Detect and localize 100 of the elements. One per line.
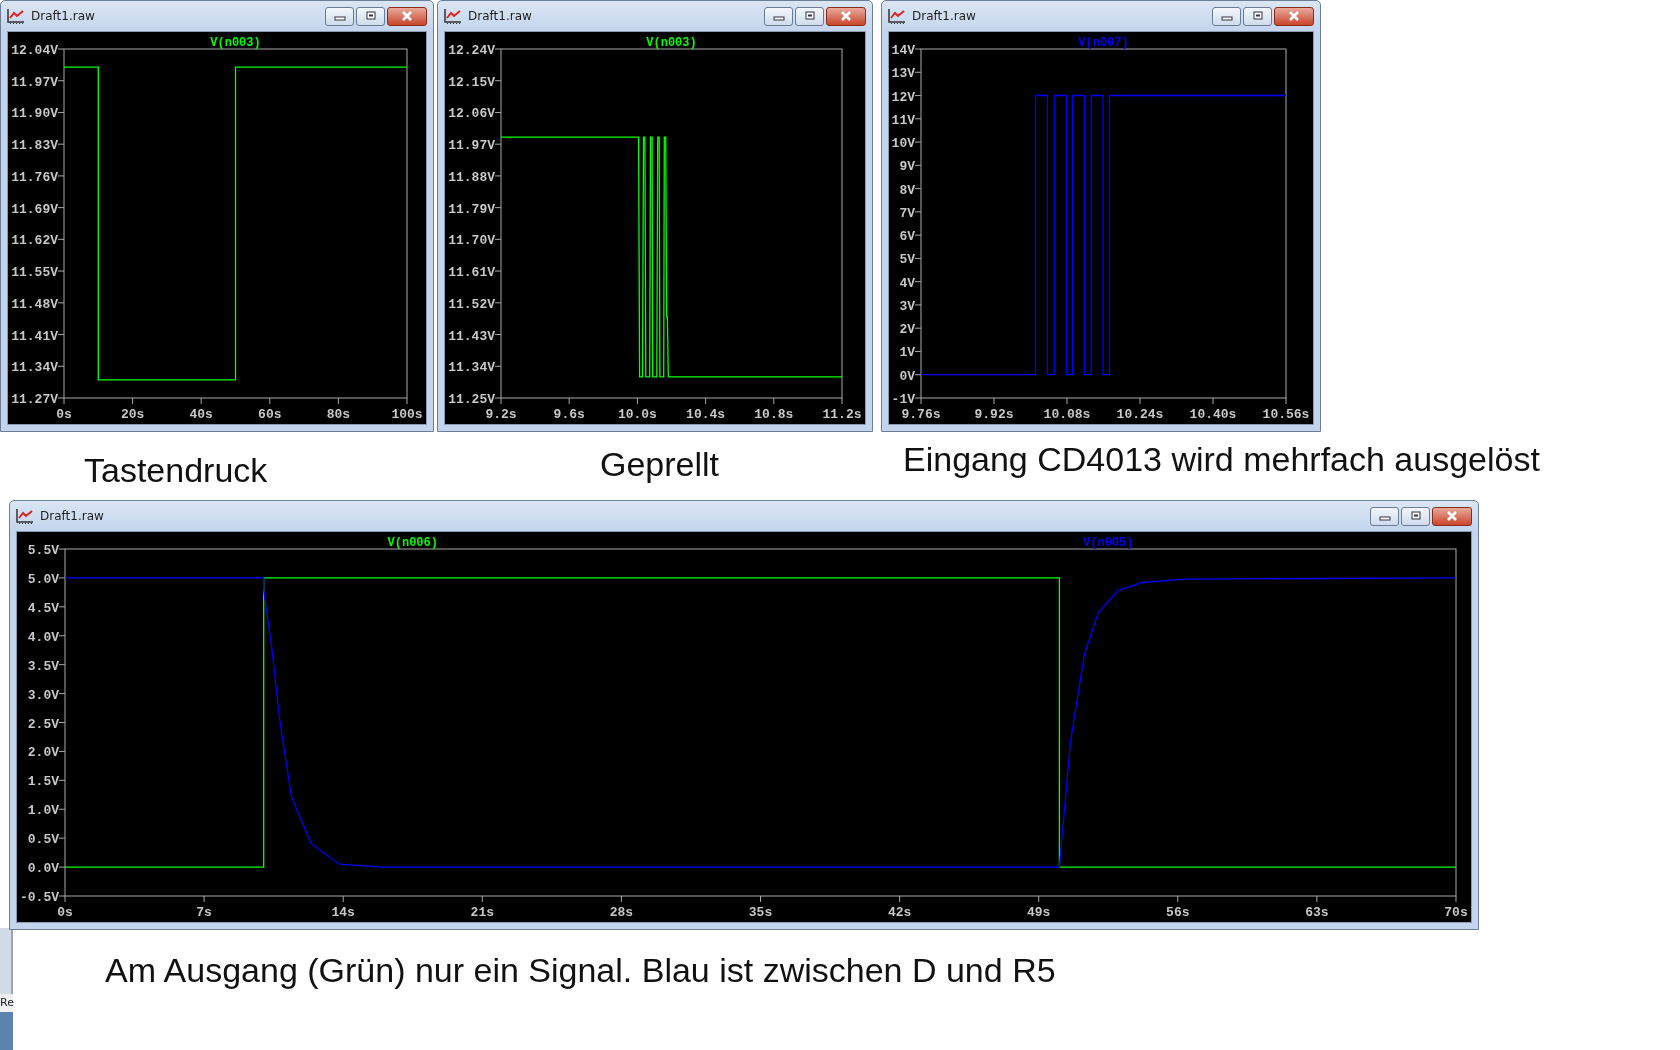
maximize-button[interactable] xyxy=(356,6,385,26)
axis-tick-label: 1.5V xyxy=(27,774,59,790)
axis-tick-label: 60s xyxy=(258,407,282,422)
close-icon xyxy=(1288,11,1300,21)
axis-tick-label: 1V xyxy=(899,345,915,361)
axis-tick-label: 11.52V xyxy=(448,296,495,312)
axis-tick-label: 11.62V xyxy=(11,233,58,249)
axis-tick-label: 35s xyxy=(748,905,773,920)
axis-tick-label: 3V xyxy=(899,298,915,314)
axis-tick-label: 56s xyxy=(1166,905,1190,920)
axis-tick-label: 5V xyxy=(899,252,915,268)
axis-tick-label: 10.56s xyxy=(1262,407,1310,422)
axis-tick-label: 11.61V xyxy=(448,265,495,281)
axis-tick-label: 11.55V xyxy=(11,265,58,281)
axis-tick-label: 11.88V xyxy=(448,169,495,185)
caption-text: Am Ausgang (Grün) nur ein Signal. Blau ist zwischen D und R5 xyxy=(105,952,1056,990)
axis-tick-label: 10.40s xyxy=(1189,407,1237,422)
axis-tick-label: 10V xyxy=(891,136,915,152)
axis-tick-label: 20s xyxy=(120,407,145,422)
trace-label: V(n003) xyxy=(646,36,697,50)
axis-tick-label: 11.76V xyxy=(11,169,58,185)
axis-tick-label: 11.34V xyxy=(448,360,495,376)
axis-tick-label: 4.5V xyxy=(27,600,59,616)
axis-tick-label: 14s xyxy=(331,905,355,920)
axis-tick-label: 1.0V xyxy=(27,803,59,819)
axis-tick-label: 5.5V xyxy=(27,543,59,558)
close-button[interactable] xyxy=(1274,6,1314,26)
axis-tick-label: 0.0V xyxy=(27,861,59,877)
axis-tick-label: 100s xyxy=(391,407,423,422)
window-edge xyxy=(0,928,13,994)
restore-icon xyxy=(1251,11,1264,21)
maximize-button[interactable] xyxy=(1243,6,1272,26)
axis-tick-label: 2.0V xyxy=(27,745,59,761)
window-title: Draft1.raw xyxy=(912,8,976,25)
axis-tick-label: 80s xyxy=(326,407,351,422)
window-title: Draft1.raw xyxy=(468,8,532,25)
axis-tick-label: 70s xyxy=(1444,905,1468,920)
axis-tick-label: 40s xyxy=(189,407,213,422)
axis-tick-label: 10.4s xyxy=(686,407,726,422)
trace-label: V(n006) xyxy=(387,536,438,550)
chart-icon xyxy=(444,8,462,24)
axis-tick-label: 2.5V xyxy=(27,716,59,732)
trace-label: V(n007) xyxy=(1078,36,1129,50)
axis-tick-label: 7s xyxy=(196,905,212,920)
axis-tick-label: 13V xyxy=(891,66,915,82)
axis-tick-label: 0.5V xyxy=(27,832,59,848)
axis-tick-label: 7V xyxy=(899,205,915,221)
maximize-button[interactable] xyxy=(1401,506,1430,526)
caption-text: Tastendruck xyxy=(84,452,268,490)
trace-label: V(n003) xyxy=(210,36,261,50)
axis-tick-label: 0s xyxy=(57,905,73,920)
axis-tick-label: 11.25V xyxy=(448,392,495,407)
window-title: Draft1.raw xyxy=(31,8,95,25)
axis-tick-label: 14V xyxy=(891,43,915,58)
axis-tick-label: 5.0V xyxy=(27,571,59,587)
axis-tick-label: 63s xyxy=(1305,905,1329,920)
close-icon xyxy=(1446,511,1458,521)
axis-tick-label: 0V xyxy=(899,368,915,384)
close-icon xyxy=(840,11,852,21)
restore-icon xyxy=(1409,511,1422,521)
chart-icon xyxy=(888,8,906,24)
axis-tick-label: 9V xyxy=(899,159,915,175)
close-button[interactable] xyxy=(826,6,866,26)
axis-tick-label: 11.83V xyxy=(11,138,58,154)
minimize-button[interactable] xyxy=(325,6,354,26)
maximize-button[interactable] xyxy=(795,6,824,26)
minimize-button[interactable] xyxy=(1212,6,1241,26)
axis-tick-label: 11.90V xyxy=(11,106,58,122)
minimize-button[interactable] xyxy=(1370,506,1399,526)
axis-tick-label: 11.2s xyxy=(822,407,862,422)
axis-tick-label: 6V xyxy=(899,229,915,245)
axis-tick-label: 0s xyxy=(56,407,72,422)
axis-tick-label: 3.5V xyxy=(27,658,59,674)
minimize-button[interactable] xyxy=(764,6,793,26)
axis-tick-label: 49s xyxy=(1027,905,1051,920)
axis-tick-label: 11.97V xyxy=(11,74,58,90)
axis-tick-label: 3.0V xyxy=(27,687,59,703)
chart-icon xyxy=(16,508,34,524)
caption-text: Geprellt xyxy=(600,446,720,484)
axis-tick-label: 10.8s xyxy=(754,407,794,422)
window-title: Draft1.raw xyxy=(40,508,104,525)
axis-tick-label: 8V xyxy=(899,182,915,198)
axis-tick-label: 4.0V xyxy=(27,629,59,645)
axis-tick-label: 11.34V xyxy=(11,360,58,376)
close-button[interactable] xyxy=(1432,506,1472,526)
axis-tick-label: 9.2s xyxy=(485,407,517,422)
axis-tick-label: 11V xyxy=(891,112,915,128)
axis-tick-label: 9.92s xyxy=(974,407,1014,422)
axis-tick-label: 9.6s xyxy=(553,407,585,422)
axis-tick-label: -0.5V xyxy=(20,890,59,905)
axis-tick-label: 21s xyxy=(470,905,494,920)
axis-tick-label: 11.97V xyxy=(448,138,495,154)
axis-tick-label: 11.70V xyxy=(448,233,495,249)
axis-tick-label: 12.06V xyxy=(448,106,495,122)
axis-tick-label: -1V xyxy=(891,392,915,407)
close-button[interactable] xyxy=(387,6,427,26)
axis-tick-label: 11.27V xyxy=(11,392,58,407)
axis-tick-label: 11.79V xyxy=(448,201,495,217)
axis-tick-label: 11.48V xyxy=(11,296,58,312)
axis-tick-label: 28s xyxy=(609,905,634,920)
